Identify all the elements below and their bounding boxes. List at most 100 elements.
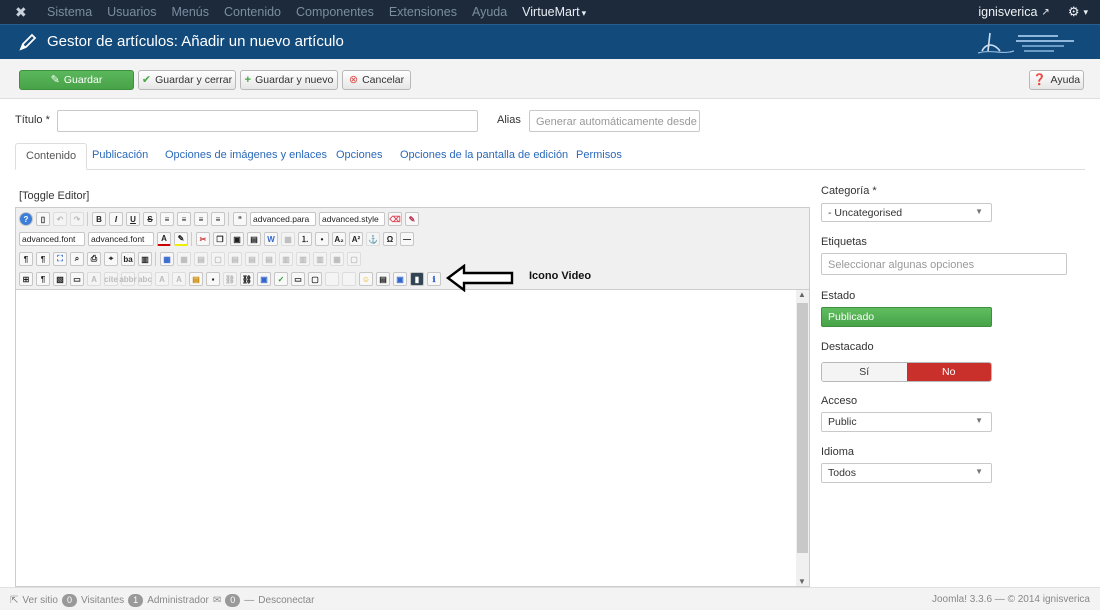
redo-icon[interactable]: ↷ [70, 212, 84, 226]
disabled-icon[interactable] [342, 272, 356, 286]
nonbreaking-icon[interactable]: ▪ [206, 272, 220, 286]
acceso-select[interactable]: Public ▼ [821, 412, 992, 432]
image-icon[interactable]: ▣ [257, 272, 271, 286]
abbr-icon[interactable]: abc [138, 272, 152, 286]
style-dropdown[interactable]: advanced.style [319, 212, 385, 226]
bold-icon[interactable]: B [92, 212, 106, 226]
highlight-color-icon[interactable]: ✎ [174, 232, 188, 246]
italic-icon[interactable]: I [109, 212, 123, 226]
cell-props-icon[interactable]: ▢ [211, 252, 225, 266]
bullet-list-icon[interactable]: • [315, 232, 329, 246]
editor-scrollbar[interactable]: ▲ ▼ [796, 290, 809, 586]
joomla-logo-icon[interactable]: ✖ [15, 4, 31, 20]
style-props-icon[interactable]: A [87, 272, 101, 286]
col-after-icon[interactable]: ▥ [296, 252, 310, 266]
title-input[interactable] [57, 110, 478, 132]
menu-sistema[interactable]: Sistema [47, 5, 92, 19]
etiquetas-input[interactable]: Seleccionar algunas opciones [821, 253, 1067, 275]
menu-componentes[interactable]: Componentes [296, 5, 374, 19]
blockquote-icon[interactable]: “ [233, 212, 247, 226]
print-icon[interactable]: ⎙ [87, 252, 101, 266]
idioma-select[interactable]: Todos ▼ [821, 463, 992, 483]
destacado-si-button[interactable]: Sí [822, 363, 907, 381]
tab-opciones-imagenes[interactable]: Opciones de imágenes y enlaces [155, 143, 337, 170]
cite-icon[interactable]: cite [104, 272, 118, 286]
spellcheck-icon[interactable]: ✓ [274, 272, 288, 286]
gear-icon[interactable]: ⚙ [1068, 4, 1080, 20]
scroll-up-icon[interactable]: ▲ [798, 290, 806, 299]
scrollbar-thumb[interactable] [797, 303, 808, 553]
help-button[interactable]: ❓ Ayuda [1029, 70, 1084, 90]
align-left-icon[interactable]: ≡ [160, 212, 174, 226]
subscript-icon[interactable]: A₂ [332, 232, 346, 246]
paste-icon[interactable]: ▣ [230, 232, 244, 246]
menu-extensiones[interactable]: Extensiones [389, 5, 457, 19]
delete-col-icon[interactable]: ▥ [313, 252, 327, 266]
text-color-icon[interactable]: A [157, 232, 171, 246]
visual-aid-icon[interactable]: ⊞ [19, 272, 33, 286]
help-icon[interactable]: ? [19, 212, 33, 226]
tab-opciones[interactable]: Opciones [326, 143, 392, 170]
split-cells-icon[interactable]: ▦ [330, 252, 344, 266]
user-menu[interactable]: ignisverica [978, 5, 1037, 19]
scroll-down-icon[interactable]: ▼ [798, 577, 806, 586]
destacado-no-button[interactable]: No [906, 363, 991, 381]
save-button[interactable]: ✎ Guardar [19, 70, 134, 90]
save-close-button[interactable]: ✔ Guardar y cerrar [138, 70, 236, 90]
anchor-icon[interactable]: ⚓ [366, 232, 380, 246]
show-blocks-icon[interactable]: ¶ [36, 272, 50, 286]
disabled-icon[interactable] [325, 272, 339, 286]
delete-row-icon[interactable]: ▤ [262, 252, 276, 266]
cleanup-icon[interactable]: ✎ [405, 212, 419, 226]
estado-select[interactable]: Publicado [821, 307, 992, 327]
copy-icon[interactable]: ❐ [213, 232, 227, 246]
alias-input[interactable]: Generar automáticamente desde el [529, 110, 700, 132]
template-icon[interactable]: ▥ [138, 252, 152, 266]
menu-virtuemart[interactable]: VirtueMart ▾ [522, 5, 586, 19]
eraser-icon[interactable]: ⌫ [388, 212, 402, 226]
del-icon[interactable]: A [155, 272, 169, 286]
abs-position-icon[interactable]: ▭ [70, 272, 84, 286]
menu-ayuda[interactable]: Ayuda [472, 5, 507, 19]
select-all-icon[interactable]: ▦ [281, 232, 295, 246]
undo-icon[interactable]: ↶ [53, 212, 67, 226]
font-size-dropdown[interactable]: advanced.font [88, 232, 154, 246]
table-props-icon[interactable]: ▦ [177, 252, 191, 266]
paste-text-icon[interactable]: ▤ [247, 232, 261, 246]
row-props-icon[interactable]: ▤ [194, 252, 208, 266]
replace-icon[interactable]: ba [121, 252, 135, 266]
tab-pantalla-edicion[interactable]: Opciones de la pantalla de edición [390, 143, 578, 170]
unlink-icon[interactable]: ⛓ [223, 272, 237, 286]
align-justify-icon[interactable]: ≡ [211, 212, 225, 226]
toggle-editor-link[interactable]: [Toggle Editor] [19, 190, 89, 202]
ver-sitio-link[interactable]: Ver sitio [22, 595, 58, 606]
menu-contenido[interactable]: Contenido [224, 5, 281, 19]
merge-cells-icon[interactable]: ▢ [347, 252, 361, 266]
tab-permisos[interactable]: Permisos [566, 143, 632, 170]
video-icon[interactable]: ▮ [410, 272, 424, 286]
insert-layer-icon[interactable]: ▧ [53, 272, 67, 286]
font-family-dropdown[interactable]: advanced.font [19, 232, 85, 246]
link-icon[interactable]: ⛓ [240, 272, 254, 286]
ins-icon[interactable]: A [172, 272, 186, 286]
menu-menus[interactable]: Menús [171, 5, 209, 19]
ltr-icon[interactable]: ¶ [19, 252, 33, 266]
pagebreak-icon[interactable]: ▭ [291, 272, 305, 286]
row-after-icon[interactable]: ▤ [245, 252, 259, 266]
paste-word-icon[interactable]: W [264, 232, 278, 246]
desconectar-link[interactable]: Desconectar [258, 595, 314, 606]
preview-icon[interactable]: ⌕ [70, 252, 84, 266]
align-center-icon[interactable]: ≡ [177, 212, 191, 226]
numbered-list-icon[interactable]: ⒈ [298, 232, 312, 246]
paragraph-format-dropdown[interactable]: advanced.para [250, 212, 316, 226]
table-icon[interactable]: ▦ [160, 252, 174, 266]
strikethrough-icon[interactable]: S [143, 212, 157, 226]
emoticon-icon[interactable]: ☺ [359, 272, 373, 286]
col-before-icon[interactable]: ▥ [279, 252, 293, 266]
find-icon[interactable]: ⌖ [104, 252, 118, 266]
tab-contenido[interactable]: Contenido [15, 143, 88, 170]
rtl-icon[interactable]: ¶ [36, 252, 50, 266]
acronym-icon[interactable]: abbr [119, 272, 137, 286]
horizontal-rule-icon[interactable]: — [400, 232, 414, 246]
special-char-icon[interactable]: Ω [383, 232, 397, 246]
